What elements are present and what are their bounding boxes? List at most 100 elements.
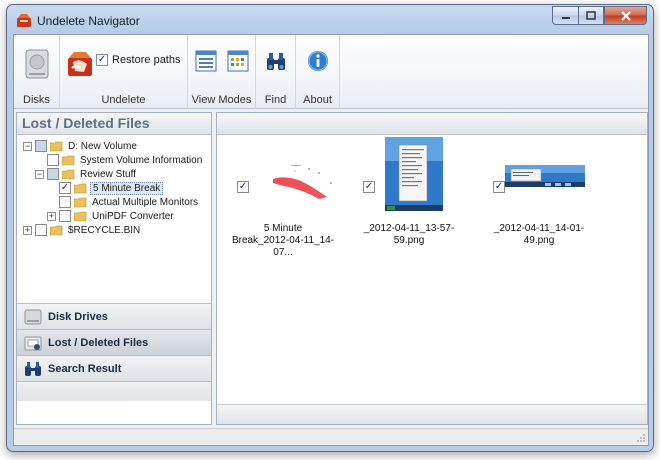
tree-node-d-new-volume[interactable]: − D: New Volume — [23, 139, 139, 153]
tree-node-review-stuff[interactable]: − Review Stuff — [35, 167, 138, 181]
file-item[interactable]: ✓ _2012-04-11_14-01-49.png — [479, 135, 599, 255]
app-window: Undelete Navigator Disks ✓ Restore paths… — [6, 4, 654, 452]
tree-checkbox[interactable] — [59, 210, 71, 222]
file-name: _2012-04-11_13-57-59.png — [363, 223, 455, 246]
restore-paths-checkbox[interactable]: ✓ — [96, 54, 108, 66]
find-button[interactable] — [264, 49, 288, 73]
tree-checkbox[interactable] — [59, 196, 71, 208]
file-name: 5 Minute Break_2012-04-11_14-07... — [231, 223, 335, 258]
binoculars-icon — [267, 53, 285, 70]
tree-checkbox[interactable] — [47, 154, 59, 166]
ribbon-group-disks: Disks — [14, 35, 60, 109]
minimize-button[interactable] — [552, 6, 578, 25]
file-item[interactable]: ✓ 5 Minute Break_2012-04-11_14-07... — [223, 135, 343, 258]
collapse-icon[interactable]: − — [23, 141, 32, 151]
expand-icon[interactable]: + — [23, 225, 32, 235]
tree-checkbox[interactable] — [35, 224, 47, 236]
about-button[interactable] — [306, 49, 330, 73]
close-button[interactable] — [604, 6, 647, 25]
nav-disk-drives[interactable]: Disk Drives — [17, 303, 211, 329]
resize-grip-icon[interactable] — [636, 433, 646, 443]
nav-label: Search Result — [48, 362, 122, 375]
info-icon — [308, 51, 328, 71]
folder-icon — [74, 197, 87, 207]
close-icon — [620, 10, 631, 21]
tree-node-label: System Volume Information — [80, 154, 203, 166]
title-bar[interactable]: Undelete Navigator — [7, 5, 653, 35]
collapse-icon[interactable]: − — [35, 169, 44, 179]
nav-label: Disk Drives — [48, 310, 108, 323]
nav-label: Lost / Deleted Files — [48, 336, 149, 349]
ribbon-toolbar: Disks ✓ Restore paths Undelete View Mode… — [14, 35, 648, 109]
file-item[interactable]: ✓ _2012-04-11_13-57-59.png — [349, 135, 469, 255]
ribbon-group-label: View Modes — [191, 94, 252, 106]
tree-node-label: UniPDF Converter — [92, 210, 174, 222]
thumbnail-view-icon — [227, 50, 249, 72]
file-thumbnail — [385, 137, 443, 211]
view-details-button[interactable] — [194, 49, 218, 73]
file-checkbox[interactable]: ✓ — [363, 181, 375, 193]
file-name: _2012-04-11_14-01-49.png — [493, 223, 585, 246]
tree-node-label: Review Stuff — [80, 168, 136, 180]
restore-paths-toggle[interactable]: ✓ Restore paths — [96, 54, 180, 66]
file-view-panel: ✓ 5 Minute Break_2012-04-11_14-07... ✓ _… — [216, 112, 648, 425]
ribbon-group-view-modes: View Modes — [188, 35, 256, 109]
nav-lost-deleted-files[interactable]: Lost / Deleted Files — [17, 329, 211, 355]
folder-icon — [50, 225, 63, 235]
ribbon-group-find: Find — [256, 35, 296, 109]
tree-checkbox[interactable] — [35, 140, 47, 152]
file-view-header — [217, 113, 647, 135]
undelete-icon — [68, 52, 92, 76]
client-area: Disks ✓ Restore paths Undelete View Mode… — [13, 34, 649, 446]
folder-icon — [74, 183, 87, 193]
binoculars-icon — [25, 361, 41, 376]
restore-paths-label: Restore paths — [112, 54, 181, 66]
file-thumbnail — [265, 161, 341, 201]
folder-icon — [50, 141, 63, 151]
list-view-icon — [195, 50, 217, 72]
tree-node-actual-multiple-monitors[interactable]: Actual Multiple Monitors — [59, 195, 200, 209]
maximize-button[interactable] — [578, 6, 604, 25]
tree-node-system-volume-information[interactable]: System Volume Information — [35, 153, 204, 167]
folder-icon — [74, 211, 87, 221]
left-panel: Lost / Deleted Files − D: New Volume Sys… — [16, 112, 212, 425]
deleted-files-icon — [24, 336, 42, 350]
ribbon-group-label: Find — [264, 94, 287, 106]
folder-tree: − D: New Volume System Volume Informatio… — [17, 135, 211, 303]
ribbon-group-label: Disks — [23, 94, 50, 106]
file-checkbox[interactable]: ✓ — [493, 181, 505, 193]
tree-node-label: D: New Volume — [68, 140, 137, 152]
tree-checkbox[interactable]: ✓ — [59, 182, 71, 194]
maximize-icon — [586, 11, 596, 20]
disks-button[interactable] — [22, 47, 52, 81]
view-thumbnails-button[interactable] — [226, 49, 250, 73]
expand-icon[interactable]: + — [47, 211, 56, 221]
folder-icon — [62, 169, 75, 179]
tree-node-label: Actual Multiple Monitors — [92, 196, 199, 208]
tree-node-label: $RECYCLE.BIN — [68, 224, 141, 236]
navigation-pane: Disk Drives Lost / Deleted Files Search … — [17, 303, 211, 401]
file-checkbox[interactable]: ✓ — [237, 181, 249, 193]
ribbon-group-label: About — [303, 94, 332, 106]
ribbon-group-about: About — [296, 35, 340, 109]
tree-node-5-minute-break[interactable]: ✓ 5 Minute Break — [59, 181, 164, 195]
tree-checkbox[interactable] — [47, 168, 59, 180]
tree-node-recycle-bin[interactable]: + $RECYCLE.BIN — [23, 223, 142, 237]
nav-pane-overflow — [17, 381, 211, 401]
tree-node-unipdf-converter[interactable]: + UniPDF Converter — [47, 209, 176, 223]
app-logo-icon — [17, 14, 31, 27]
folder-icon — [62, 155, 75, 165]
window-title: Undelete Navigator — [37, 14, 140, 28]
hard-disk-icon — [24, 309, 42, 324]
hard-disk-icon — [25, 49, 49, 79]
ribbon-group-undelete: ✓ Restore paths Undelete — [60, 35, 188, 109]
left-panel-title: Lost / Deleted Files — [17, 113, 211, 135]
undelete-button[interactable] — [66, 47, 94, 81]
status-bar — [14, 428, 648, 445]
nav-search-result[interactable]: Search Result — [17, 355, 211, 381]
ribbon-group-label: Undelete — [101, 94, 146, 106]
file-view-footer — [217, 404, 647, 424]
minimize-icon — [561, 16, 570, 19]
tree-node-label: 5 Minute Break — [90, 181, 164, 195]
file-thumbnail — [505, 165, 585, 187]
